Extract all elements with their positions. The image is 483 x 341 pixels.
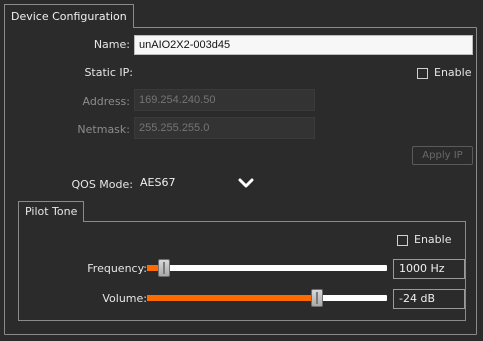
tab-device-configuration[interactable]: Device Configuration [4, 4, 134, 28]
apply-ip-button[interactable]: Apply IP [412, 146, 473, 165]
frequency-thumb[interactable] [158, 259, 170, 277]
name-input[interactable] [134, 35, 473, 55]
qos-mode-value: AES67 [140, 176, 176, 189]
pilot-tone-enable-label: Enable [414, 233, 452, 246]
netmask-label: Netmask: [77, 123, 130, 136]
pilot-tone-enable-checkbox[interactable] [397, 235, 408, 246]
volume-fill [147, 295, 317, 301]
name-label: Name: [93, 38, 130, 51]
static-ip-label: Static IP: [84, 66, 133, 79]
qos-mode-label: QOS Mode: [71, 178, 133, 191]
address-input[interactable] [134, 89, 315, 111]
volume-slider[interactable] [147, 289, 387, 307]
static-ip-enable-checkbox[interactable] [417, 68, 428, 79]
volume-value-field[interactable]: -24 dB [393, 289, 465, 309]
frequency-label: Frequency: [87, 262, 147, 275]
qos-mode-select[interactable]: AES67 [136, 173, 259, 193]
frequency-value-field[interactable]: 1000 Hz [393, 259, 465, 279]
chevron-down-icon [238, 178, 254, 188]
volume-label: Volume: [102, 292, 147, 305]
volume-thumb[interactable] [311, 289, 323, 307]
frequency-track [147, 265, 387, 271]
static-ip-enable-label: Enable [434, 66, 472, 79]
address-label: Address: [82, 95, 130, 108]
frequency-slider[interactable] [147, 259, 387, 277]
tab-pilot-tone[interactable]: Pilot Tone [18, 201, 85, 222]
netmask-input[interactable] [134, 117, 315, 139]
